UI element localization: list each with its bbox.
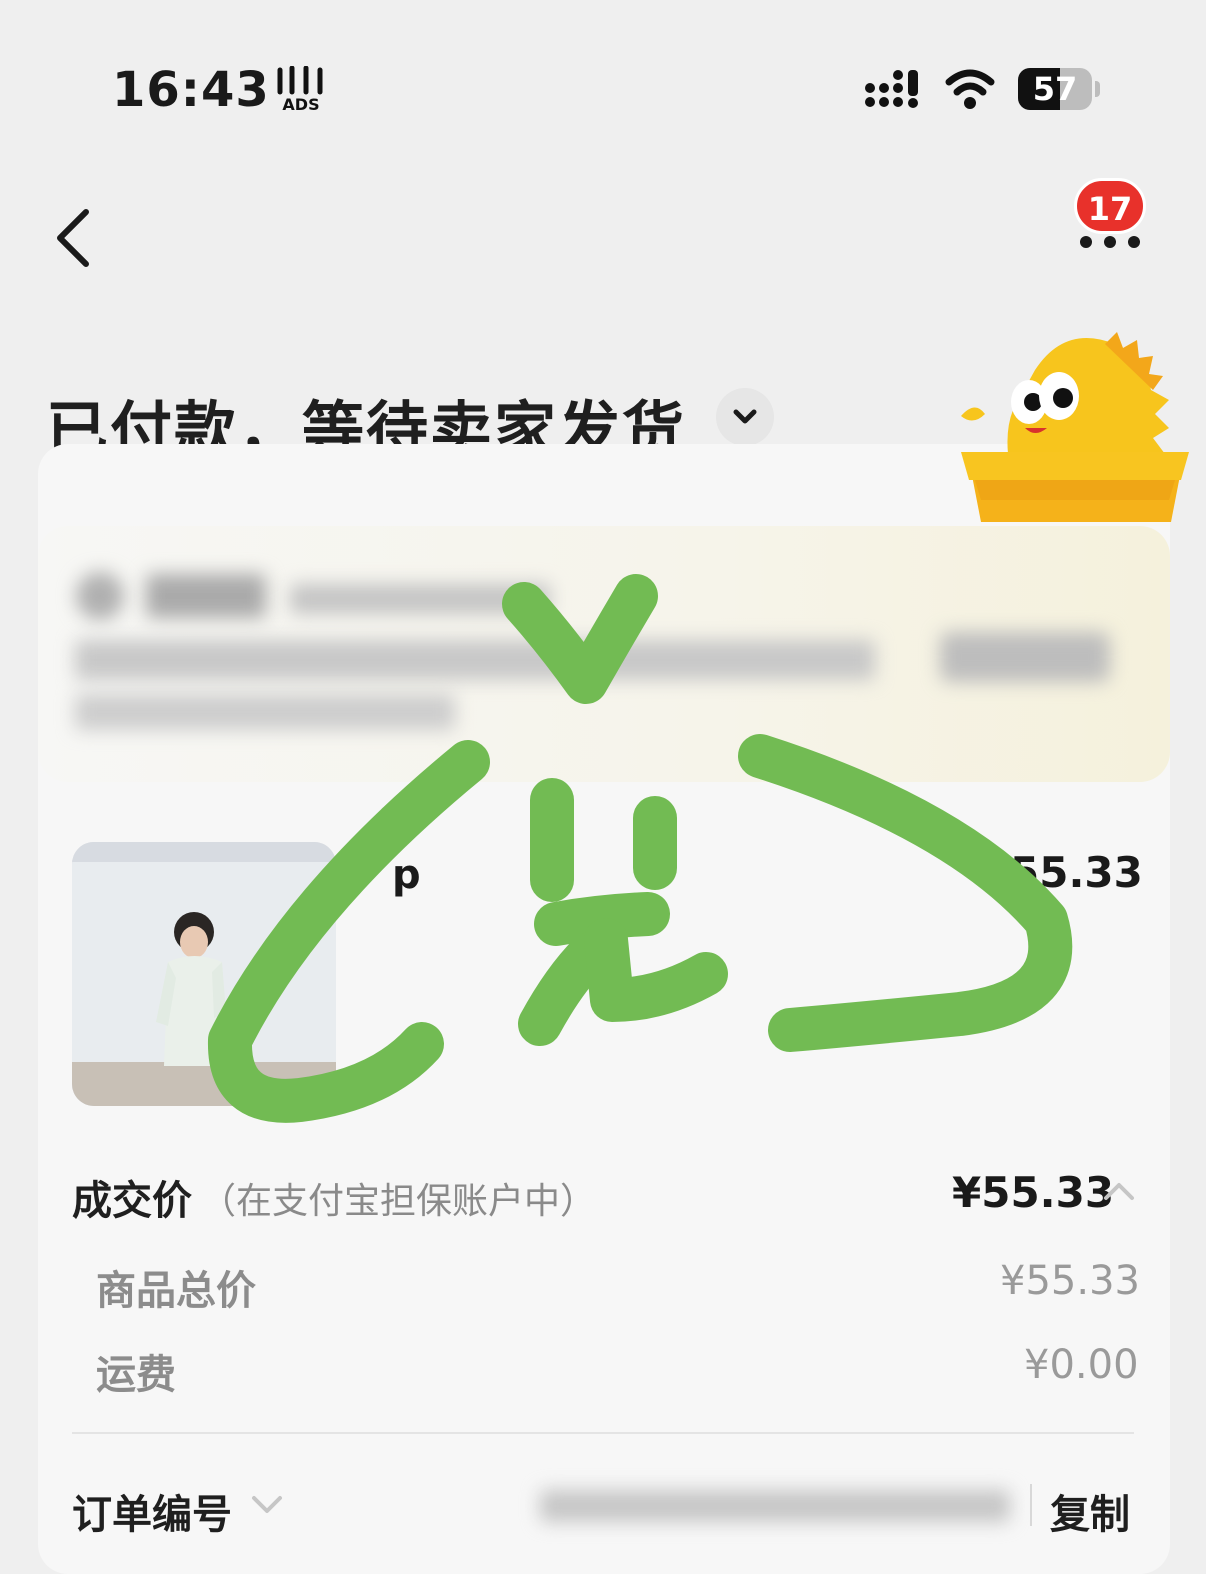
goods-total-value: ¥55.33 [1000,1258,1140,1304]
cellular-signal-icon [865,70,918,108]
deal-price-note: （在支付宝担保账户中） [200,1181,597,1222]
focus-mode-icon: ADS [277,66,323,112]
order-number-redacted [540,1490,1010,1522]
product-price: 55.33 [1010,848,1143,897]
message-count-badge: 17 [1074,178,1146,234]
product-image[interactable] [72,842,336,1106]
product-photo [72,842,336,1106]
chevron-down-icon[interactable] [250,1492,284,1518]
chevron-up-icon[interactable] [1102,1178,1136,1204]
product-title[interactable]: p [392,852,421,898]
address-line-2-redacted [75,694,455,730]
recipient-phone-redacted [290,584,550,614]
deal-price-label: 成交价 [72,1178,192,1224]
shipping-fee-label: 运费 [96,1352,176,1398]
mascot-icon [961,332,1189,522]
battery-indicator: 57 [1018,68,1100,110]
battery-percentage: 57 [1032,70,1078,108]
order-number-label: 订单编号 [72,1492,232,1538]
copy-button[interactable]: 复制 [1050,1482,1130,1540]
location-icon [76,572,124,620]
modify-address-button[interactable] [940,632,1110,682]
divider [1030,1484,1032,1526]
chevron-down-icon [733,409,757,424]
wifi-icon [945,69,995,109]
goods-total-label: 商品总价 [96,1268,256,1314]
divider [72,1432,1134,1434]
address-line-redacted [75,640,875,680]
recipient-name-redacted [146,574,266,618]
svg-text:ADS: ADS [282,95,319,112]
status-expand-button[interactable] [716,388,774,446]
back-icon[interactable] [48,206,98,270]
shipping-fee-value: ¥0.00 [1024,1342,1139,1388]
status-time: 16:43 [112,62,270,118]
deal-price-value: ¥55.33 [952,1168,1115,1217]
